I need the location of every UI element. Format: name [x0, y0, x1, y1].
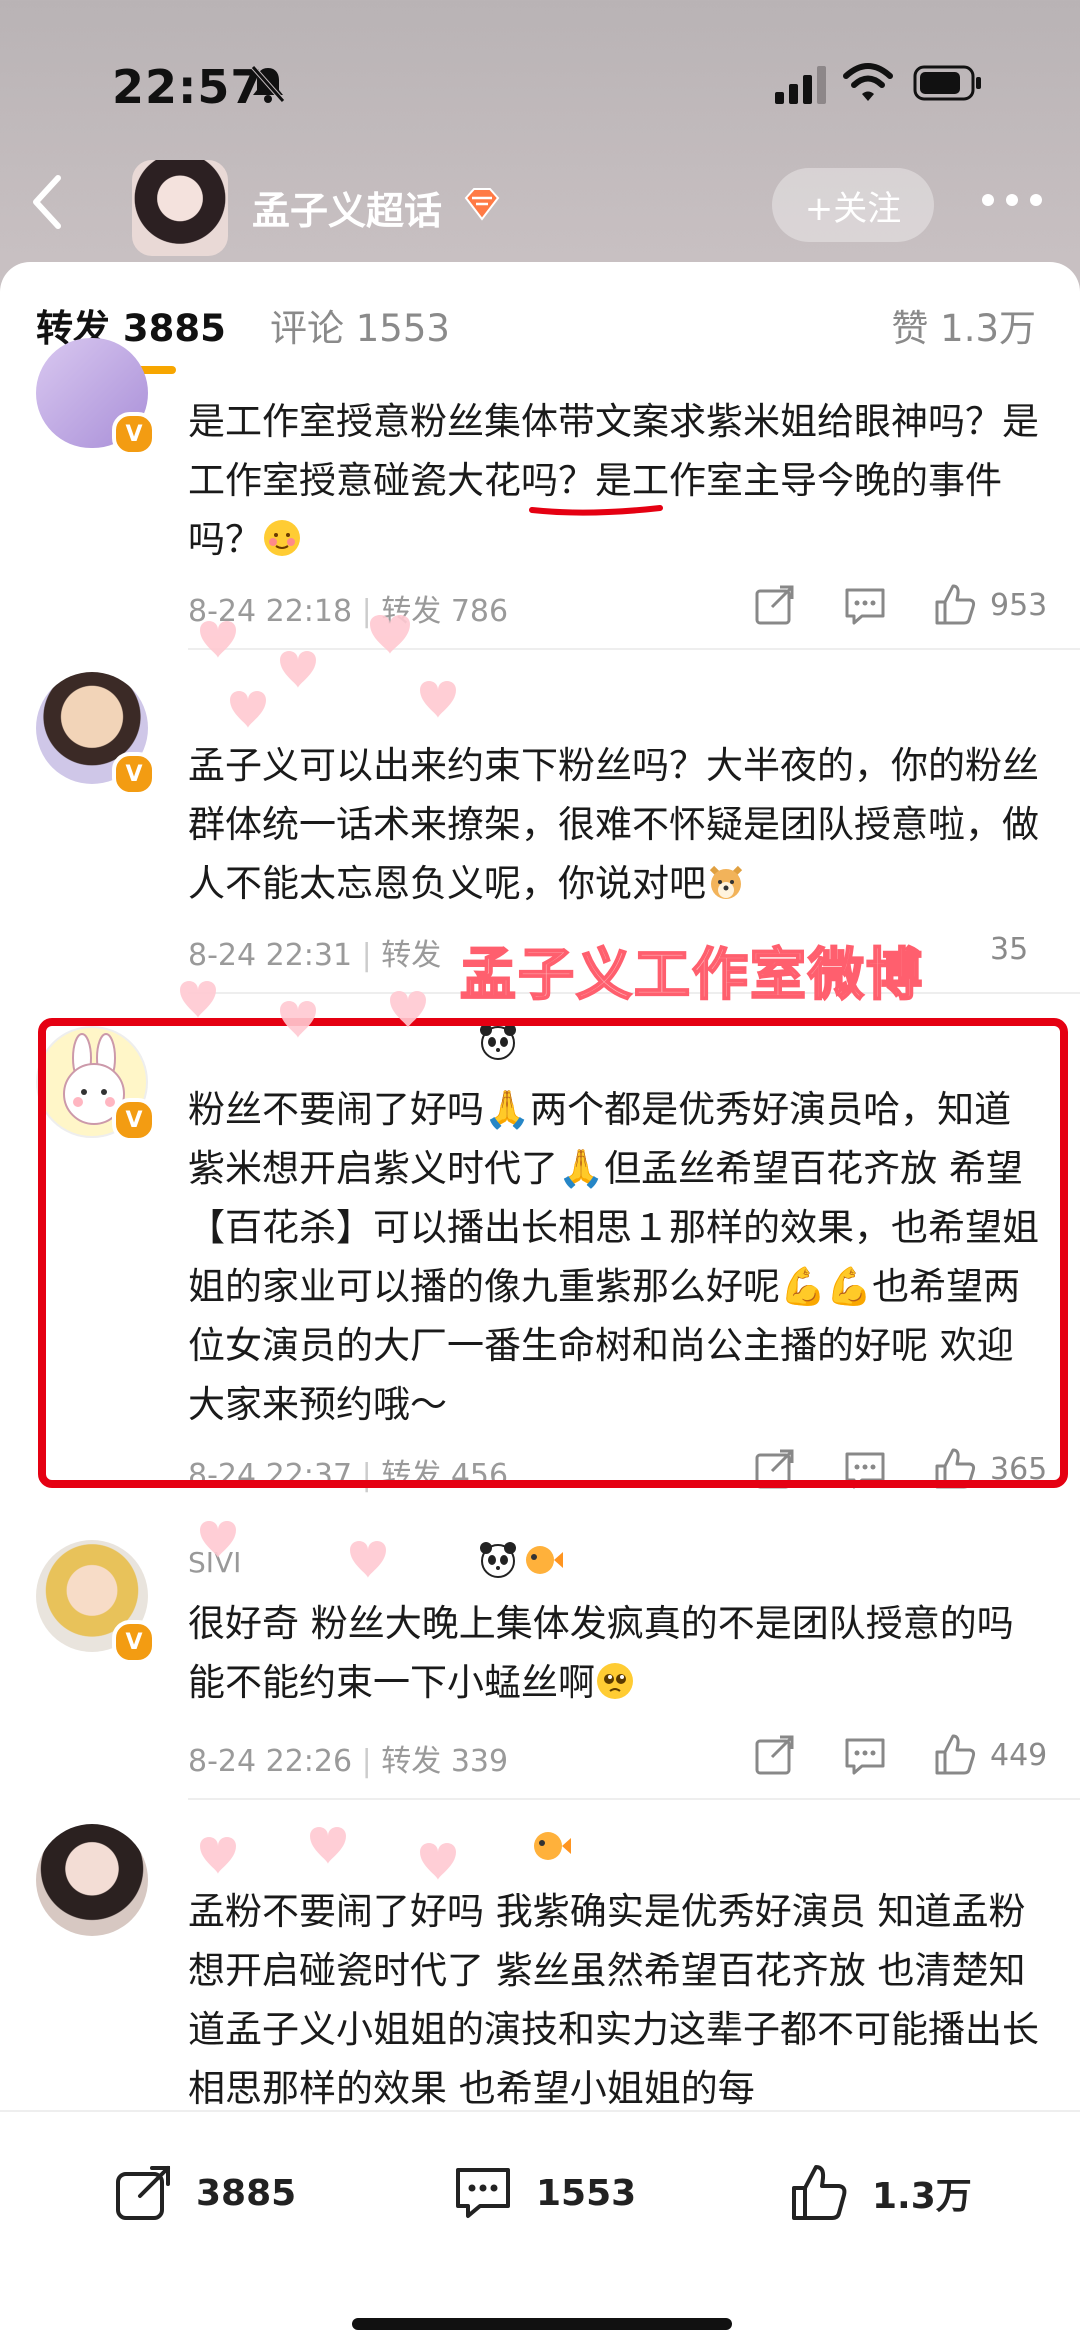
tab-reposts-count: 3885 — [122, 307, 226, 350]
like-count: 1.3万 — [872, 2176, 972, 2217]
pleading-emoji-icon — [597, 1663, 633, 1699]
bell-muted-icon — [251, 65, 285, 103]
comment-actions: 953 — [708, 580, 1050, 630]
share-icon — [116, 2166, 170, 2220]
share-icon[interactable] — [752, 1732, 798, 1778]
panda-emoji-icon — [480, 1542, 516, 1578]
wifi-icon — [843, 63, 893, 101]
comment-meta: 8-24 22:31 | 转发 — [188, 938, 442, 973]
topic-title[interactable]: 孟子义超话 — [252, 180, 442, 235]
comment-text: 是工作室授意粉丝集体带文案求紫米姐给眼神吗？是工作室授意碰瓷大花吗？是工作室主导… — [188, 400, 1039, 561]
red-highlight-box-annotation — [38, 1018, 1068, 1488]
like-icon — [792, 2165, 847, 2220]
like-icon[interactable] — [932, 582, 978, 628]
topic-avatar[interactable] — [132, 160, 228, 256]
comment-icon[interactable] — [842, 1732, 888, 1778]
signal-icon — [775, 66, 826, 104]
back-icon[interactable] — [28, 172, 68, 232]
verified-badge-icon: V — [112, 1620, 156, 1664]
top-nav: 孟子义超话 +关注 — [0, 150, 1080, 260]
repost-count: 3885 — [196, 2172, 297, 2214]
battery-icon — [913, 65, 981, 101]
pufferfish-emoji-icon — [534, 1832, 571, 1860]
more-icon[interactable] — [980, 190, 1044, 210]
home-indicator[interactable] — [352, 2318, 732, 2330]
red-underline-annotation — [529, 505, 663, 516]
comment-actions: 35 — [978, 924, 1050, 974]
like-button[interactable]: 1.3万 — [788, 2162, 972, 2224]
follow-button[interactable]: +关注 — [772, 168, 934, 242]
dog-emoji-icon — [709, 865, 743, 899]
divider — [188, 1798, 1080, 1800]
tab-likes-count: 1.3万 — [940, 307, 1036, 350]
comment-text: 很好奇 粉丝大晚上集体发疯真的不是团队授意的吗 能不能约束一下小蜢丝啊 — [188, 1602, 1014, 1704]
repost-count: 转发 339 — [381, 1744, 509, 1779]
gem-icon — [464, 188, 500, 221]
comment-text: 孟子义可以出来约束下粉丝吗？大半夜的，你的粉丝群体统一话术来撩架，很难不怀疑是团… — [188, 744, 1039, 905]
blush-emoji-icon — [264, 520, 300, 556]
bottom-action-bar: 3885 1553 1.3万 — [0, 2110, 1080, 2350]
like-count: 953 — [990, 587, 1048, 623]
like-count: 449 — [990, 1737, 1048, 1773]
status-bar: 22:57 — [0, 0, 1080, 160]
avatar[interactable] — [36, 1824, 148, 1936]
comment-icon[interactable] — [842, 582, 888, 628]
share-icon[interactable] — [752, 582, 798, 628]
studio-watermark: 孟子义工作室微博 — [459, 942, 924, 1009]
comment-time: 8-24 22:26 — [188, 1744, 353, 1779]
hearts-cluster — [200, 1827, 456, 1880]
comment-button[interactable]: 1553 — [452, 2162, 636, 2224]
tab-comments-count: 1553 — [355, 307, 450, 350]
like-count: 35 — [990, 931, 1029, 967]
verified-badge-icon: V — [112, 412, 156, 456]
hearts-cluster — [200, 1521, 386, 1578]
repost-button[interactable]: 3885 — [112, 2162, 296, 2224]
status-time: 22:57 — [112, 60, 264, 114]
comment-count: 1553 — [536, 2172, 637, 2214]
hearts-cluster — [200, 615, 456, 728]
repost-label: 转发 — [381, 938, 442, 973]
comment-actions: 449 — [708, 1730, 1050, 1780]
pufferfish-emoji-icon — [526, 1546, 563, 1574]
comment-time: 8-24 22:31 — [188, 938, 353, 973]
verified-badge-icon: V — [112, 752, 156, 796]
tab-bar: 转发 3885 评论 1553 赞 1.3万 — [0, 262, 1080, 374]
tab-likes[interactable]: 赞 1.3万 — [891, 298, 1036, 352]
comment-icon — [456, 2168, 510, 2218]
comment-meta: 8-24 22:26 | 转发 339 — [188, 1744, 509, 1779]
like-icon[interactable] — [932, 1732, 978, 1778]
tab-likes-label: 赞 — [891, 307, 929, 350]
tab-comments-label: 评论 — [270, 307, 344, 350]
tab-comments[interactable]: 评论 1553 — [270, 298, 450, 352]
hearts-cluster — [180, 981, 426, 1038]
